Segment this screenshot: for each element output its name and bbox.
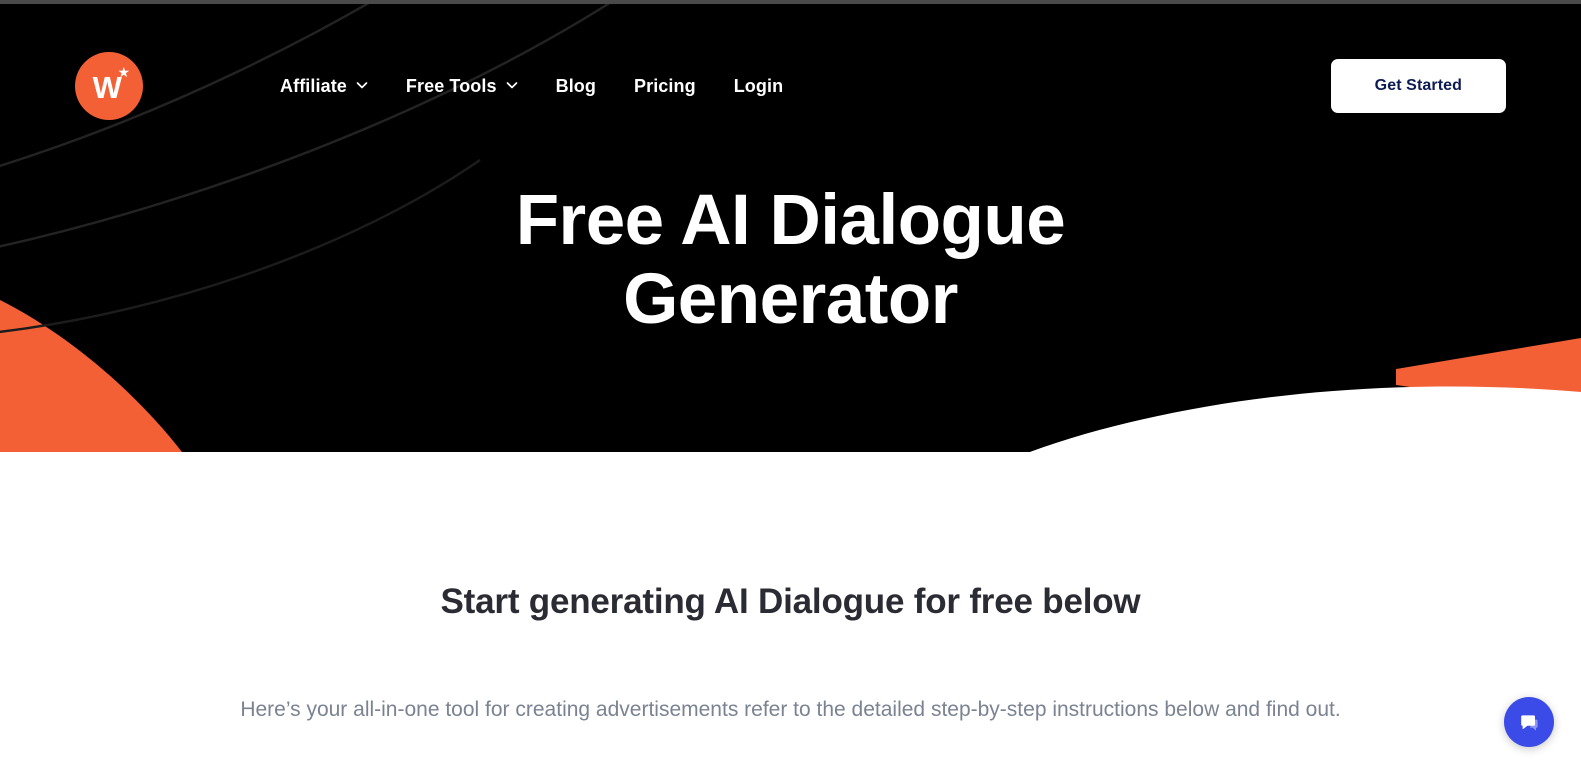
browser-top-edge bbox=[0, 0, 1581, 4]
chat-bubble-icon bbox=[1516, 709, 1542, 735]
section-subheading: Here’s your all-in-one tool for creating… bbox=[240, 698, 1341, 721]
nav-item-affiliate[interactable]: Affiliate bbox=[261, 66, 387, 107]
chevron-down-icon bbox=[356, 79, 368, 91]
page-root: W ★ Affiliate Free Tools Blog Pricing Lo… bbox=[0, 0, 1581, 772]
hero-title-line-2: Generator bbox=[623, 259, 958, 339]
section-heading: Start generating AI Dialogue for free be… bbox=[440, 582, 1141, 621]
hero-title-line-1: Free AI Dialogue bbox=[515, 181, 1066, 260]
nav-item-label: Affiliate bbox=[280, 75, 347, 96]
star-icon: ★ bbox=[117, 64, 130, 80]
nav-item-label: Free Tools bbox=[405, 75, 497, 96]
hero-title: Free AI Dialogue Generator bbox=[0, 181, 1581, 340]
hero-section: W ★ Affiliate Free Tools Blog Pricing Lo… bbox=[0, 0, 1581, 452]
nav-item-free-tools[interactable]: Free Tools bbox=[387, 66, 537, 107]
nav-item-blog[interactable]: Blog bbox=[537, 66, 615, 107]
nav-item-login[interactable]: Login bbox=[715, 66, 802, 107]
primary-navigation: W ★ Affiliate Free Tools Blog Pricing Lo… bbox=[0, 0, 1581, 172]
main-content: Start generating AI Dialogue for free be… bbox=[0, 452, 1581, 772]
nav-item-label: Blog bbox=[555, 75, 596, 96]
nav-links: Affiliate Free Tools Blog Pricing Login bbox=[261, 66, 802, 107]
nav-item-label: Pricing bbox=[633, 75, 696, 96]
chevron-down-icon bbox=[506, 79, 518, 91]
chat-widget-button[interactable] bbox=[1504, 697, 1554, 747]
get-started-button[interactable]: Get Started bbox=[1330, 59, 1506, 113]
nav-item-label: Login bbox=[733, 75, 784, 96]
brand-logo[interactable]: W ★ bbox=[75, 52, 143, 120]
nav-item-pricing[interactable]: Pricing bbox=[615, 66, 715, 107]
